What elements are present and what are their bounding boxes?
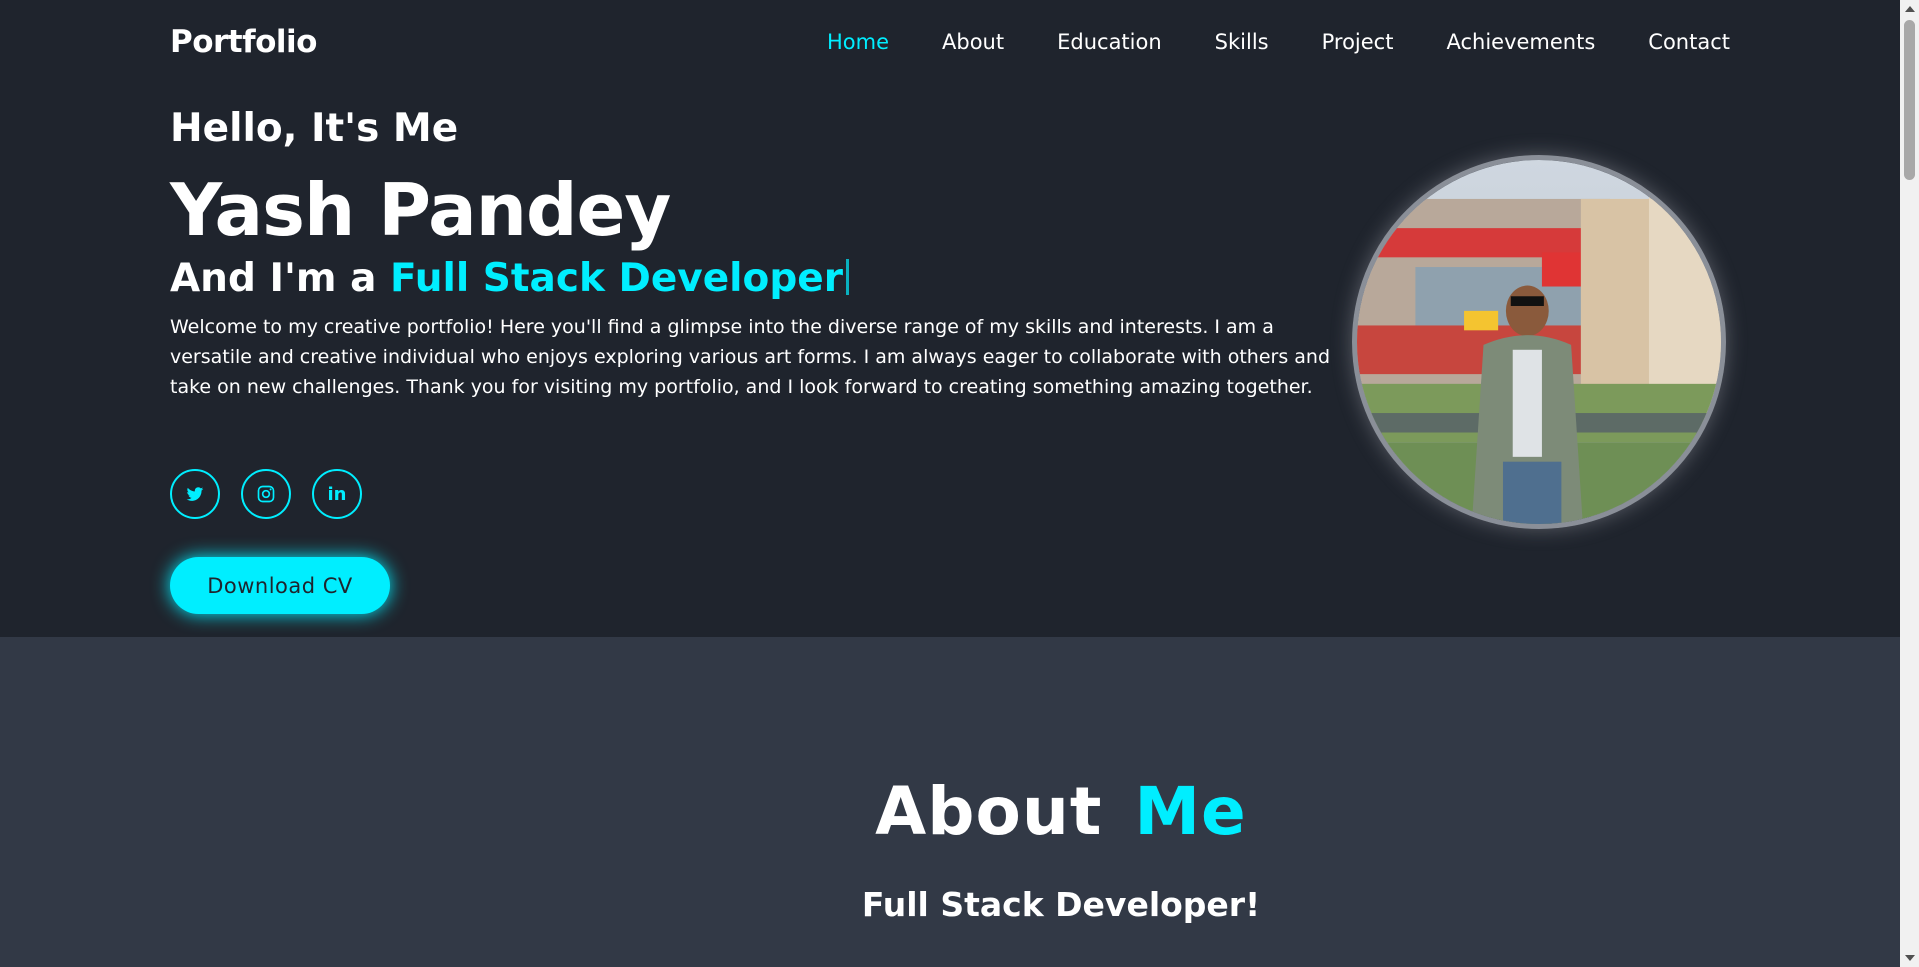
- scroll-up-arrow-icon[interactable]: [1905, 6, 1915, 12]
- main-nav: Home About Education Skills Project Achi…: [827, 30, 1730, 54]
- about-section: About Me Full Stack Developer!: [0, 637, 1900, 967]
- profile-photo: [1352, 155, 1726, 529]
- nav-skills[interactable]: Skills: [1215, 30, 1269, 54]
- instagram-icon: [257, 485, 275, 503]
- role-prefix: And I'm a: [170, 256, 377, 301]
- about-subtitle: Full Stack Developer!: [861, 885, 1261, 924]
- about-title-main: About: [875, 773, 1103, 850]
- social-links: in: [170, 469, 362, 519]
- nav-education[interactable]: Education: [1057, 30, 1162, 54]
- about-title: About Me: [0, 773, 1900, 850]
- hero-role: And I'm a Full Stack Developer: [170, 256, 849, 301]
- nav-about[interactable]: About: [942, 30, 1004, 54]
- nav-home[interactable]: Home: [827, 30, 889, 54]
- scroll-down-arrow-icon[interactable]: [1905, 955, 1915, 961]
- role-title: Full Stack Developer: [390, 256, 843, 301]
- twitter-link[interactable]: [170, 469, 220, 519]
- site-header: Portfolio Home About Education Skills Pr…: [0, 0, 1900, 90]
- logo[interactable]: Portfolio: [170, 24, 317, 60]
- download-cv-button[interactable]: Download CV: [170, 557, 390, 614]
- hero-name: Yash Pandey: [170, 168, 671, 252]
- nav-project[interactable]: Project: [1322, 30, 1394, 54]
- about-title-accent: Me: [1134, 773, 1247, 850]
- hero-section: Hello, It's Me Yash Pandey And I'm a Ful…: [0, 90, 1900, 637]
- hero-greeting: Hello, It's Me: [170, 106, 459, 151]
- instagram-link[interactable]: [241, 469, 291, 519]
- hero-intro: Welcome to my creative portfolio! Here y…: [170, 316, 1331, 398]
- scroll-thumb[interactable]: [1904, 20, 1915, 180]
- page: Portfolio Home About Education Skills Pr…: [0, 0, 1900, 967]
- nav-contact[interactable]: Contact: [1648, 30, 1730, 54]
- twitter-icon: [186, 487, 204, 501]
- linkedin-link[interactable]: in: [312, 469, 362, 519]
- page-scrollbar[interactable]: [1900, 0, 1919, 967]
- nav-achievements[interactable]: Achievements: [1446, 30, 1595, 54]
- linkedin-icon: in: [327, 483, 347, 505]
- typing-cursor: [845, 259, 849, 295]
